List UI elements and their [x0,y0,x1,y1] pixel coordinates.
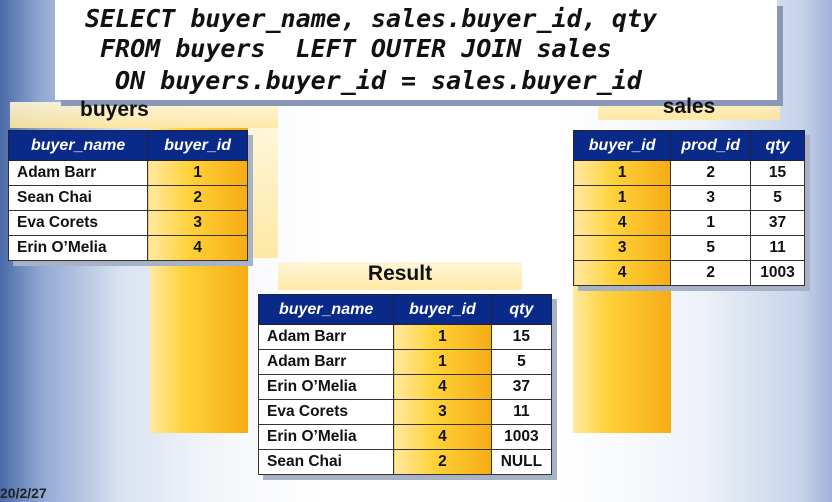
table-row: Eva Corets 3 [7,210,248,236]
table-row: Adam Barr 1 5 [257,349,553,375]
table-row: Eva Corets 3 11 [257,399,553,425]
table-row: Erin O’Melia 4 1003 [257,424,553,450]
table-cell: Adam Barr [257,324,395,350]
table-cell: 11 [750,235,805,261]
buyers-key-column-shade [250,128,278,258]
table-cell: Sean Chai [7,185,149,211]
table-cell: 2 [670,160,752,186]
table-cell: 1003 [750,260,805,286]
column-header: buyer_name [7,130,149,161]
table-cell: 5 [670,235,752,261]
table-cell: 4 [393,374,492,400]
table-cell: 37 [750,210,805,236]
table-row: Erin O’Melia 4 [7,235,248,261]
table-cell: 3 [393,399,492,425]
table-cell: 1 [572,185,672,211]
table-cell: Adam Barr [257,349,395,375]
sales-table: buyer_id prod_id qty 1 2 15 1 3 5 4 1 37… [572,130,805,286]
table-cell: 1 [670,210,752,236]
column-header: buyer_id [393,294,492,325]
table-cell: 4 [572,260,672,286]
table-cell: 1003 [490,424,553,450]
table-cell: 3 [147,210,248,236]
table-cell: 1 [393,349,492,375]
buyers-table: buyer_name buyer_id Adam Barr 1 Sean Cha… [7,130,248,261]
table-cell: 2 [147,185,248,211]
sql-query-panel: SELECT buyer_name, sales.buyer_id, qty F… [55,0,777,100]
table-cell: 1 [393,324,492,350]
table-header-row: buyer_name buyer_id qty [257,294,553,325]
table-cell: 1 [572,160,672,186]
column-header: buyer_id [572,130,672,161]
table-cell: NULL [490,449,553,475]
table-row: Adam Barr 1 15 [257,324,553,350]
table-cell: 5 [490,349,553,375]
column-header: qty [750,130,805,161]
table-cell: Eva Corets [7,210,149,236]
table-cell: 11 [490,399,553,425]
table-cell: 15 [490,324,553,350]
table-cell: Adam Barr [7,160,149,186]
table-row: Adam Barr 1 [7,160,248,186]
table-cell: 15 [750,160,805,186]
table-cell: 4 [393,424,492,450]
table-row: 4 1 37 [572,210,805,236]
table-cell: 37 [490,374,553,400]
table-cell: 5 [750,185,805,211]
table-cell: 3 [670,185,752,211]
column-header: qty [490,294,553,325]
sales-table-title: sales [662,95,716,118]
table-row: 1 2 15 [572,160,805,186]
table-cell: Sean Chai [257,449,395,475]
column-header: buyer_id [147,130,248,161]
table-header-row: buyer_id prod_id qty [572,130,805,161]
table-cell: 4 [147,235,248,261]
table-row: Erin O’Melia 4 37 [257,374,553,400]
result-table: buyer_name buyer_id qty Adam Barr 1 15 A… [257,294,553,475]
table-cell: Eva Corets [257,399,395,425]
table-row: Sean Chai 2 NULL [257,449,553,475]
sql-line-1: SELECT buyer_name, sales.buyer_id, qty [85,4,657,33]
table-row: Sean Chai 2 [7,185,248,211]
table-row: 4 2 1003 [572,260,805,286]
table-cell: 2 [670,260,752,286]
sql-line-3: ON buyers.buyer_id = sales.buyer_id [115,66,642,95]
table-cell: Erin O’Melia [257,374,395,400]
sql-line-2: FROM buyers LEFT OUTER JOIN sales [100,34,612,63]
table-cell: 1 [147,160,248,186]
table-cell: 4 [572,210,672,236]
footer-date: 20/2/27 [0,485,47,501]
table-cell: 2 [393,449,492,475]
column-header: prod_id [670,130,752,161]
table-header-row: buyer_name buyer_id [7,130,248,161]
table-cell: 3 [572,235,672,261]
table-row: 3 5 11 [572,235,805,261]
buyers-table-title: buyers [80,98,149,121]
table-cell: Erin O’Melia [7,235,149,261]
column-header: buyer_name [257,294,395,325]
table-cell: Erin O’Melia [257,424,395,450]
result-table-title: Result [367,262,433,285]
table-row: 1 3 5 [572,185,805,211]
